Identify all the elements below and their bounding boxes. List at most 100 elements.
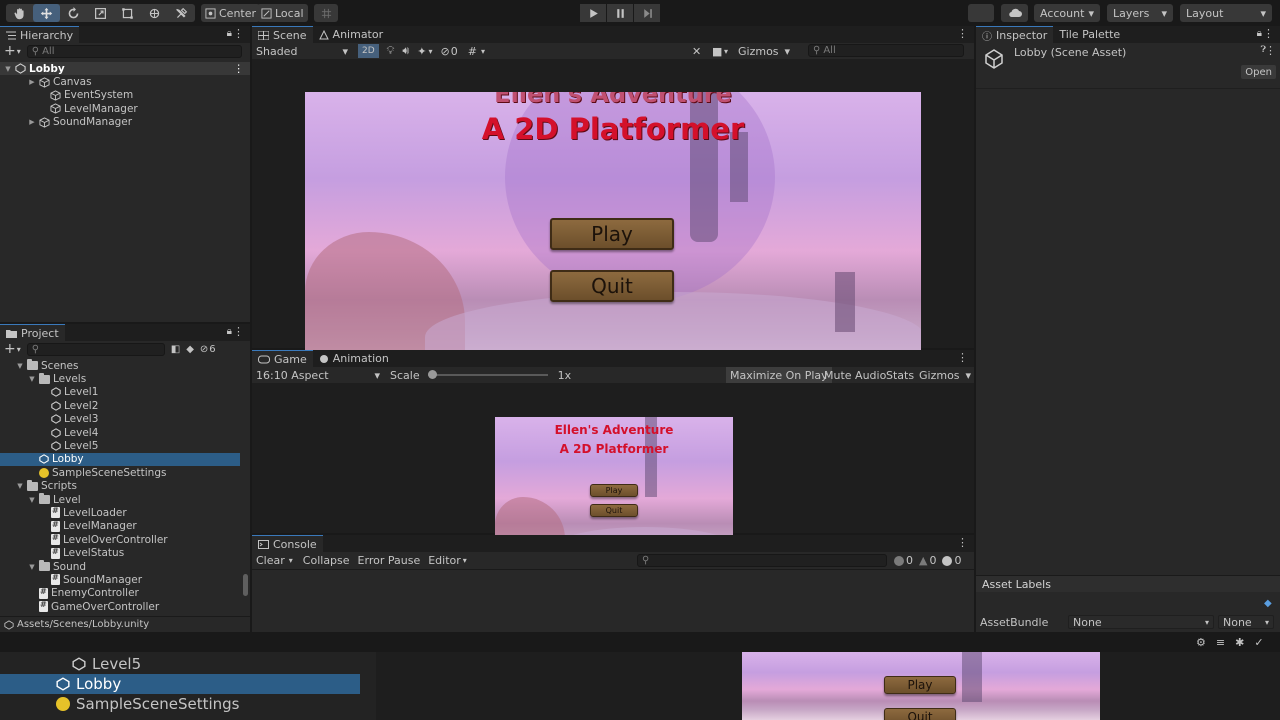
project-item[interactable]: LevelLoader (0, 506, 240, 519)
expand-triangle-icon[interactable]: ▶ (28, 78, 36, 86)
shading-mode-dropdown[interactable]: Shaded ▾ (252, 43, 352, 59)
cloud-button[interactable] (1001, 4, 1028, 22)
scene-search-input[interactable]: ⚲ All (808, 44, 964, 57)
project-item[interactable]: LevelStatus (0, 546, 240, 559)
camera-icon[interactable]: ■ (712, 45, 722, 58)
project-search-input[interactable]: ⚲ (26, 342, 165, 356)
asset-bundle-dropdown[interactable]: None ▾ (1068, 615, 1214, 629)
collab-button[interactable] (968, 4, 994, 22)
chevron-down-icon[interactable]: ▾ (481, 47, 485, 56)
more-options-icon[interactable]: ⋮ (957, 536, 968, 549)
expand-triangle-icon[interactable]: ▼ (4, 65, 12, 73)
tab-tile-palette[interactable]: Tile Palette (1053, 26, 1126, 43)
step-button[interactable] (634, 4, 660, 22)
game-gizmos-dropdown[interactable]: Gizmos ▾ (915, 367, 975, 383)
scale-tool-icon[interactable] (87, 4, 114, 22)
asset-bundle-variant-dropdown[interactable]: None ▾ (1218, 615, 1274, 629)
pivot-center-toggle[interactable]: Center (201, 4, 261, 22)
tab-inspector[interactable]: ⓘ Inspector (976, 26, 1054, 43)
tab-game[interactable]: Game (252, 350, 313, 367)
project-item[interactable]: ▼ Scenes (0, 359, 240, 372)
hidden-objects-toggle[interactable]: ⊘ 0 (441, 45, 458, 58)
debug-icon[interactable]: ✱ (1235, 636, 1244, 649)
hand-tool-icon[interactable] (6, 4, 33, 22)
project-item[interactable]: SampleSceneSettings (0, 466, 240, 479)
chevron-down-icon[interactable]: ▾ (724, 47, 728, 56)
filter-by-label-icon[interactable]: ◆ (186, 344, 194, 355)
log-count-toggle[interactable]: 0 (894, 554, 913, 567)
layout-dropdown[interactable]: Layout ▾ (1180, 4, 1272, 22)
project-item[interactable]: ▼ Level (0, 493, 240, 506)
hierarchy-search-input[interactable]: ⚲ All (26, 44, 242, 58)
project-item[interactable]: Level1 (0, 386, 240, 399)
scene-gizmos-dropdown[interactable]: Gizmos ▾ (734, 43, 794, 59)
project-item[interactable]: Level4 (0, 426, 240, 439)
console-clear-button[interactable]: Clear (252, 553, 289, 569)
play-button[interactable] (580, 4, 606, 22)
project-item[interactable]: Level5 (0, 439, 240, 452)
lock-icon[interactable]: 🔒︎ (227, 28, 232, 39)
more-options-icon[interactable]: ⋮ (1265, 44, 1276, 57)
scene-play-button[interactable]: Play (550, 218, 674, 250)
project-scrollbar[interactable] (242, 360, 249, 610)
project-item[interactable]: LevelManager (0, 520, 240, 533)
label-tag-icon[interactable]: ◆ (1264, 598, 1272, 609)
pause-button[interactable] (607, 4, 633, 22)
project-item[interactable]: EnemyController (0, 587, 240, 600)
expand-triangle-icon[interactable]: ▶ (28, 118, 36, 126)
project-item[interactable]: LevelOverController (0, 533, 240, 546)
expand-triangle-icon[interactable]: ▼ (28, 375, 36, 383)
project-item[interactable]: ▼ Levels (0, 372, 240, 385)
move-tool-icon[interactable] (33, 4, 60, 22)
chevron-down-icon[interactable]: ▾ (429, 47, 433, 56)
project-item[interactable]: SoundManager (0, 573, 240, 586)
hierarchy-item-soundmanager[interactable]: ▶ SoundManager (0, 116, 250, 129)
project-item[interactable]: Level3 (0, 413, 240, 426)
chevron-down-icon[interactable]: ▾ (17, 47, 21, 56)
hidden-packages-toggle[interactable]: ⊘ 6 (200, 344, 216, 355)
tools-icon[interactable]: ✕ (692, 45, 701, 58)
filter-by-type-icon[interactable]: ◧ (171, 344, 180, 355)
console-search-input[interactable]: ⚲ (637, 554, 887, 567)
zoom-row-level5[interactable]: Level5 (72, 654, 141, 674)
more-options-icon[interactable]: ⋮ (957, 351, 968, 364)
expand-triangle-icon[interactable]: ▼ (28, 563, 36, 571)
rotate-tool-icon[interactable] (60, 4, 87, 22)
rect-tool-icon[interactable] (114, 4, 141, 22)
console-collapse-toggle[interactable]: Collapse (299, 553, 354, 569)
more-options-icon[interactable]: ⋮ (233, 325, 244, 338)
project-item[interactable]: GameOverController (0, 600, 240, 613)
hierarchy-item-levelmanager[interactable]: LevelManager (0, 102, 250, 115)
tab-console[interactable]: Console (252, 535, 323, 552)
aspect-dropdown[interactable]: 16:10 Aspect ▾ (252, 367, 384, 383)
tab-hierarchy[interactable]: Hierarchy (0, 26, 80, 43)
tab-project[interactable]: Project (0, 324, 65, 341)
scene-quit-button[interactable]: Quit (550, 270, 674, 302)
console-error-pause-toggle[interactable]: Error Pause (354, 553, 425, 569)
scene-canvas[interactable]: Ellen's Adventure A 2D Platformer Play Q… (305, 92, 921, 381)
mode-2d-toggle[interactable]: 2D (358, 44, 379, 58)
scale-slider[interactable] (427, 369, 548, 381)
project-item[interactable]: ▼ Scripts (0, 479, 240, 493)
more-options-icon[interactable]: ⋮ (234, 63, 245, 75)
grid-icon[interactable]: # (468, 45, 477, 58)
warning-count-toggle[interactable]: ▲ 0 (919, 554, 936, 567)
add-icon[interactable]: + (4, 44, 16, 58)
lock-icon[interactable]: 🔒︎ (227, 326, 232, 337)
layers-stack-icon[interactable]: ≡ (1216, 636, 1225, 649)
effects-icon[interactable]: ✦ (417, 45, 426, 58)
transform-all-tool-icon[interactable] (141, 4, 168, 22)
audio-icon[interactable]: 🔊︎ (402, 44, 409, 58)
tab-animation[interactable]: Animation (313, 350, 395, 367)
account-dropdown[interactable]: Account ▾ (1034, 4, 1100, 22)
layers-dropdown[interactable]: Layers ▾ (1107, 4, 1173, 22)
expand-triangle-icon[interactable]: ▼ (16, 362, 24, 370)
add-icon[interactable]: + (4, 342, 16, 356)
expand-triangle-icon[interactable]: ▼ (16, 482, 24, 490)
lighting-icon[interactable]: 💡︎ (387, 44, 395, 58)
grid-snap-button[interactable] (314, 4, 338, 22)
maximize-on-play-toggle[interactable]: Maximize On Play (726, 367, 832, 383)
lock-icon[interactable]: 🔒︎ (1257, 28, 1262, 39)
more-options-icon[interactable]: ⋮ (233, 27, 244, 40)
project-item[interactable]: KeyController (0, 613, 240, 615)
